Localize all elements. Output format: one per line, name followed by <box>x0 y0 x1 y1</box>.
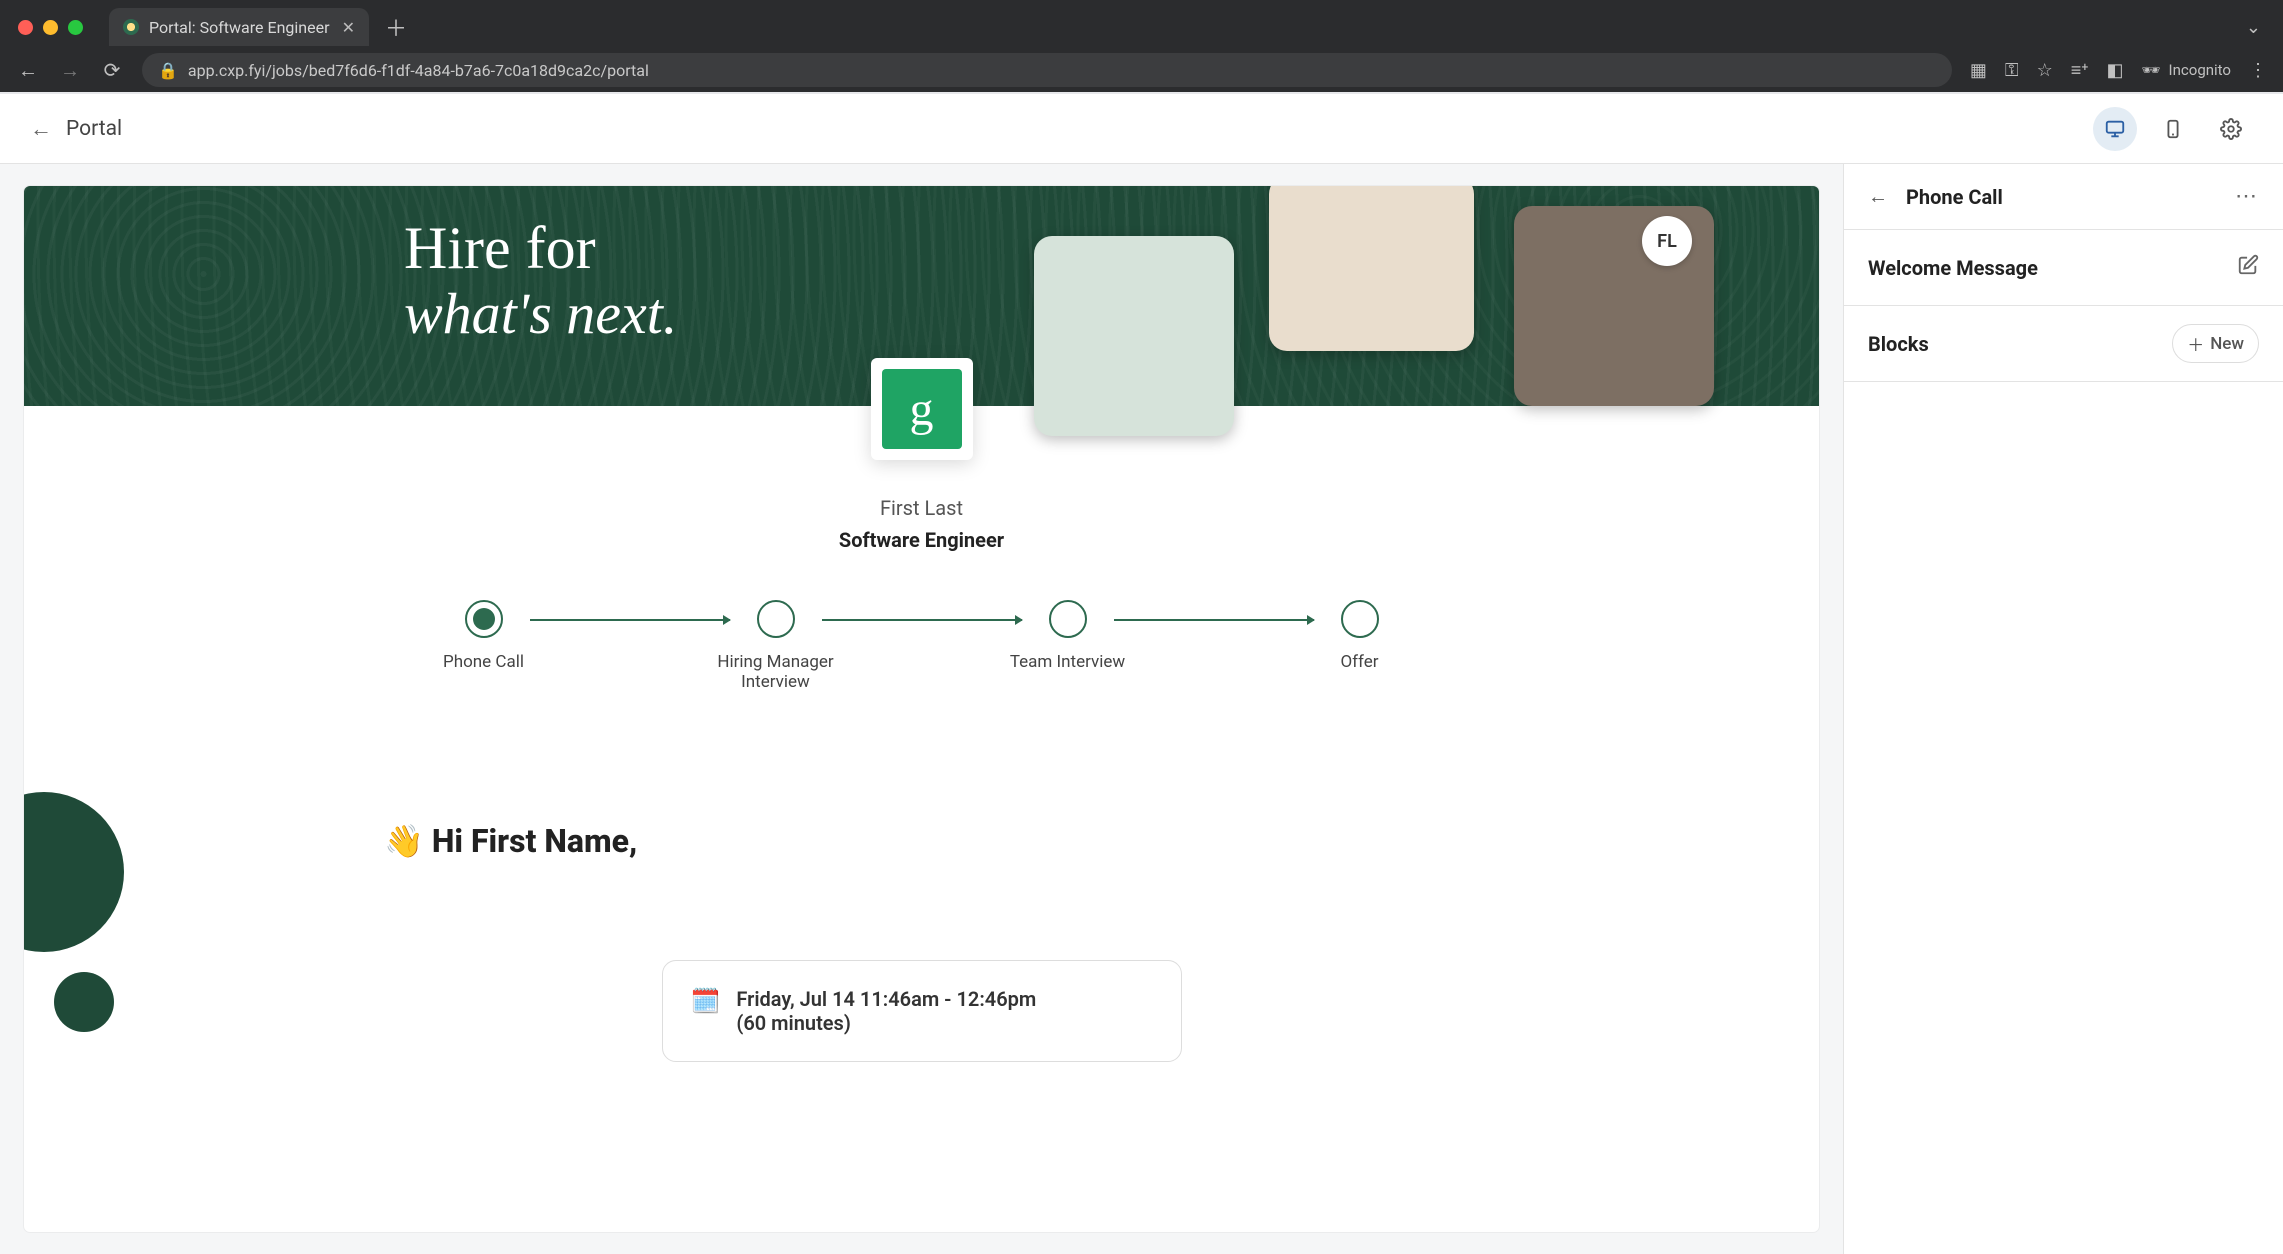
tab-title: Portal: Software Engineer <box>149 18 330 37</box>
toolbar-right-icons: ▦ ⚿ ☆ ≡⁺ ◧ 🕶 Incognito ⋮ <box>1970 60 2267 81</box>
hero-line2: what's next. <box>404 282 677 346</box>
stage-circle <box>1341 600 1379 638</box>
page: ← Portal Hire for what's next. <box>0 92 2283 1254</box>
decorative-circle-small <box>54 972 114 1032</box>
address-bar[interactable]: 🔒 app.cxp.fyi/jobs/bed7f6d6-f1df-4a84-b7… <box>142 53 1952 87</box>
device-desktop-button[interactable] <box>2093 107 2137 151</box>
stage-team-interview[interactable]: Team Interview <box>1022 600 1114 692</box>
header-back-icon[interactable]: ← <box>30 116 52 142</box>
hero-photo-2 <box>1269 186 1474 351</box>
tab-favicon <box>123 19 139 35</box>
welcome-message-row[interactable]: Welcome Message <box>1844 230 2283 306</box>
welcome-section: 👋 Hi First Name, 🗓️ Friday, Jul 14 11:46… <box>24 822 1819 1102</box>
new-button-label: New <box>2210 334 2244 354</box>
extensions-icon[interactable]: ◧ <box>2106 60 2123 81</box>
device-mobile-button[interactable] <box>2151 107 2195 151</box>
reading-list-icon[interactable]: ≡⁺ <box>2071 60 2089 81</box>
hero-photo-1 <box>1034 236 1234 436</box>
stage-circle <box>1049 600 1087 638</box>
panel-more-icon[interactable]: ⋯ <box>2235 184 2259 209</box>
incognito-indicator[interactable]: 🕶 Incognito <box>2142 61 2232 79</box>
app-header: ← Portal <box>0 94 2283 164</box>
header-title: Portal <box>66 117 122 141</box>
candidate-block: First Last Software Engineer <box>24 496 1819 552</box>
stage-label: Team Interview <box>1008 652 1128 672</box>
welcome-message-label: Welcome Message <box>1868 256 2038 280</box>
window-controls <box>18 20 83 35</box>
stage-offer[interactable]: Offer <box>1314 600 1406 692</box>
stage-hiring-manager[interactable]: Hiring Manager Interview <box>730 600 822 692</box>
browser-tab-strip: Portal: Software Engineer ✕ ＋ ⌄ <box>0 0 2283 48</box>
gear-icon <box>2220 118 2242 140</box>
company-logo-icon: g <box>882 369 962 449</box>
company-logo-tile: g <box>871 358 973 460</box>
tab-close-icon[interactable]: ✕ <box>342 18 355 37</box>
stage-stepper: Phone Call Hiring Manager Interview Team… <box>24 600 1819 692</box>
stage-label: Hiring Manager Interview <box>716 652 836 692</box>
nav-forward-icon[interactable]: → <box>58 58 82 83</box>
side-panel: ← Phone Call ⋯ Welcome Message Blocks ＋ … <box>1843 164 2283 1254</box>
side-panel-header: ← Phone Call ⋯ <box>1844 164 2283 230</box>
window-maximize-button[interactable] <box>68 20 83 35</box>
decorative-circle-large <box>24 792 124 952</box>
blocks-label: Blocks <box>1868 332 1929 356</box>
hero-line1: Hire for <box>404 218 677 278</box>
nav-back-icon[interactable]: ← <box>16 58 40 83</box>
incognito-label: Incognito <box>2169 61 2231 79</box>
panel-title: Phone Call <box>1906 185 2003 209</box>
smartphone-icon <box>2162 118 2184 140</box>
candidate-name: First Last <box>24 496 1819 520</box>
calendar-icon: 🗓️ <box>691 987 721 1016</box>
new-tab-button[interactable]: ＋ <box>379 11 413 43</box>
qr-icon[interactable]: ▦ <box>1970 60 1987 81</box>
window-minimize-button[interactable] <box>43 20 58 35</box>
panel-back-icon[interactable]: ← <box>1868 184 1888 209</box>
portal-preview-canvas: Hire for what's next. FL g First Last <box>24 186 1819 1232</box>
edit-icon[interactable] <box>2237 254 2259 281</box>
workspace: Hire for what's next. FL g First Last <box>0 164 2283 1254</box>
nav-reload-icon[interactable]: ⟳ <box>100 58 124 82</box>
bookmark-icon[interactable]: ☆ <box>2037 60 2053 81</box>
schedule-card[interactable]: 🗓️ Friday, Jul 14 11:46am - 12:46pm (60 … <box>662 960 1182 1062</box>
browser-toolbar: ← → ⟳ 🔒 app.cxp.fyi/jobs/bed7f6d6-f1df-4… <box>0 48 2283 92</box>
new-block-button[interactable]: ＋ New <box>2172 324 2259 363</box>
settings-button[interactable] <box>2209 107 2253 151</box>
candidate-initials-badge[interactable]: FL <box>1642 216 1692 266</box>
stage-connector <box>822 619 1022 621</box>
stage-phone-call[interactable]: Phone Call <box>438 600 530 692</box>
pencil-square-icon <box>2237 254 2259 276</box>
candidate-role: Software Engineer <box>24 528 1819 552</box>
stage-connector <box>530 619 730 621</box>
plus-icon: ＋ <box>2187 331 2204 356</box>
window-close-button[interactable] <box>18 20 33 35</box>
browser-tab[interactable]: Portal: Software Engineer ✕ <box>109 8 369 46</box>
tabs-overflow-icon[interactable]: ⌄ <box>2246 17 2273 38</box>
initials-text: FL <box>1657 231 1677 252</box>
schedule-text: Friday, Jul 14 11:46am - 12:46pm (60 min… <box>736 987 1036 1035</box>
stage-circle <box>757 600 795 638</box>
chrome-menu-icon[interactable]: ⋮ <box>2249 60 2267 81</box>
stage-circle-active <box>465 600 503 638</box>
hero-text: Hire for what's next. <box>404 218 677 346</box>
canvas-column: Hire for what's next. FL g First Last <box>0 164 1843 1254</box>
stage-label: Phone Call <box>424 652 544 672</box>
stage-label: Offer <box>1300 652 1420 672</box>
lock-icon: 🔒 <box>158 61 178 80</box>
header-right-controls <box>2093 107 2253 151</box>
monitor-icon <box>2104 118 2126 140</box>
blocks-row: Blocks ＋ New <box>1844 306 2283 382</box>
hero-banner: Hire for what's next. FL g <box>24 186 1819 406</box>
browser-chrome: Portal: Software Engineer ✕ ＋ ⌄ ← → ⟳ 🔒 … <box>0 0 2283 92</box>
incognito-icon: 🕶 <box>2142 61 2161 79</box>
url-text: app.cxp.fyi/jobs/bed7f6d6-f1df-4a84-b7a6… <box>188 61 649 80</box>
key-icon[interactable]: ⚿ <box>2005 60 2019 81</box>
stage-connector <box>1114 619 1314 621</box>
schedule-line1: Friday, Jul 14 11:46am - 12:46pm <box>736 987 1036 1011</box>
welcome-heading: 👋 Hi First Name, <box>384 822 1719 860</box>
schedule-line2: (60 minutes) <box>736 1011 1036 1035</box>
